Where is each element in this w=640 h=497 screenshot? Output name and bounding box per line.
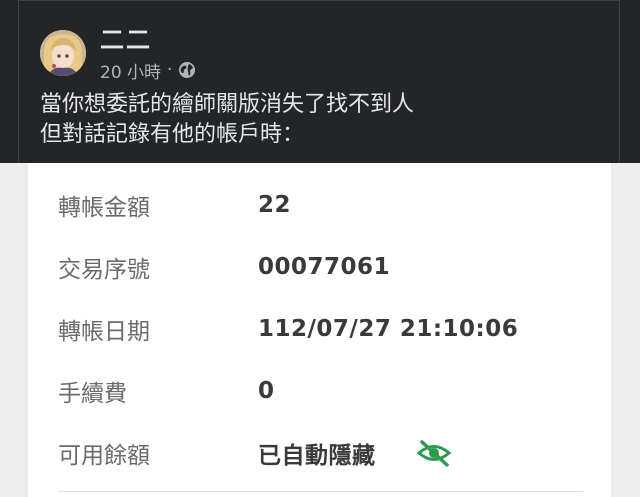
fee-row: 手續費 0	[28, 371, 611, 411]
post-author[interactable]: 二二	[100, 20, 152, 55]
transfer-amount-value: 22	[258, 192, 292, 218]
avatar[interactable]	[40, 30, 86, 76]
available-balance-label: 可用餘額	[58, 443, 150, 469]
fee-value: 0	[258, 378, 275, 404]
transfer-receipt-card: 轉帳金額 22 交易序號 00077061 轉帳日期 112/07/27 21:…	[28, 163, 611, 497]
transaction-number-row: 交易序號 00077061	[28, 247, 611, 287]
transaction-number-value: 00077061	[258, 254, 391, 280]
globe-icon[interactable]	[178, 61, 196, 79]
post-body: 當你想委託的繪師關版消失了找不到人 但對話記錄有他的帳戶時：	[40, 90, 600, 150]
transfer-amount-row: 轉帳金額 22	[28, 185, 611, 225]
avatar-image	[40, 30, 86, 76]
meta-separator: ·	[167, 60, 173, 80]
facebook-post: 二二 20 小時 · 當你想委託的繪師關版消失了找不到人 但對話記錄有他的帳戶時…	[0, 0, 640, 163]
available-balance-row: 可用餘額 已自動隱藏	[28, 433, 611, 473]
transfer-date-label: 轉帳日期	[58, 319, 150, 345]
post-text-line-2: 但對話記錄有他的帳戶時：	[40, 122, 305, 147]
post-text-line-1: 當你想委託的繪師關版消失了找不到人	[40, 92, 415, 117]
transfer-date-row: 轉帳日期 112/07/27 21:10:06	[28, 309, 611, 349]
post-meta: 20 小時 ·	[100, 58, 196, 83]
transfer-amount-label: 轉帳金額	[58, 195, 150, 221]
eye-hidden-icon[interactable]	[416, 438, 452, 468]
transfer-date-value: 112/07/27 21:10:06	[258, 316, 519, 342]
fee-label: 手續費	[58, 381, 127, 407]
transaction-number-label: 交易序號	[58, 257, 150, 283]
card-divider	[58, 491, 583, 492]
balance-hidden-text: 已自動隱藏	[258, 443, 376, 469]
post-time[interactable]: 20 小時	[100, 58, 161, 83]
available-balance-value: 已自動隱藏	[258, 436, 452, 470]
